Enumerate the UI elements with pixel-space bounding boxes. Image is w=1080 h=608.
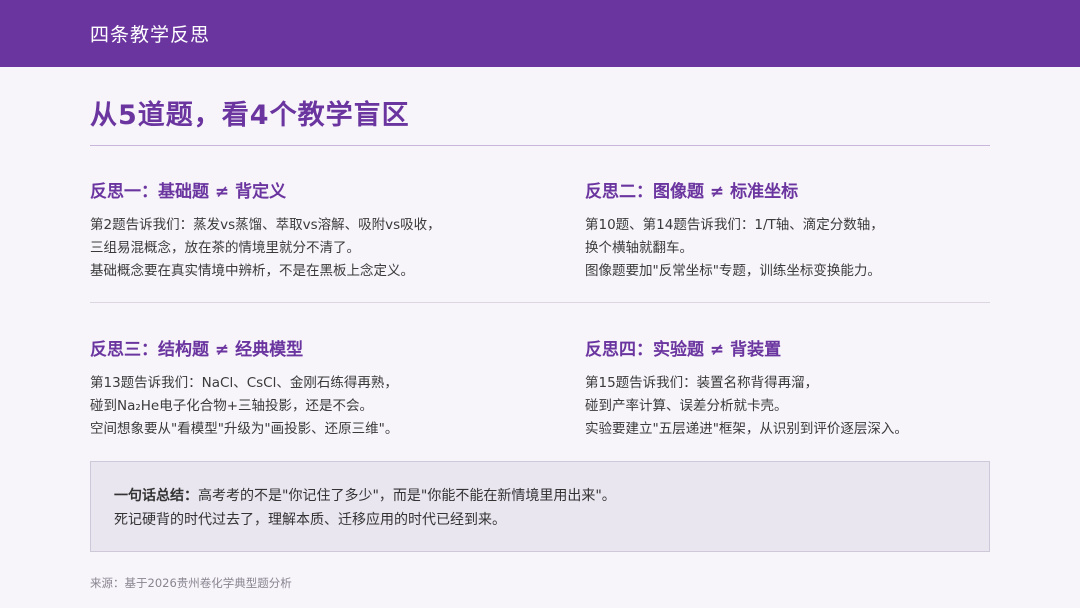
reflection-line: 第2题告诉我们：蒸发vs蒸馏、萃取vs溶解、吸附vs吸收，: [90, 217, 441, 233]
reflection-title: 反思四：实验题 ≠ 背装置: [585, 340, 782, 360]
reflection-line: 基础概念要在真实情境中辨析，不是在黑板上念定义。: [90, 263, 414, 279]
reflection-card-1: 反思一：基础题 ≠ 背定义 第2题告诉我们：蒸发vs蒸馏、萃取vs溶解、吸附vs…: [90, 177, 490, 283]
reflection-line: 第15题告诉我们：装置名称背得再溜，: [585, 375, 819, 391]
reflection-line: 碰到Na₂He电子化合物+三轴投影，还是不会。: [90, 398, 374, 414]
reflection-line: 碰到产率计算、误差分析就卡壳。: [585, 398, 788, 414]
reflection-title: 反思一：基础题 ≠ 背定义: [90, 182, 287, 202]
header-bar: 四条教学反思: [0, 0, 1080, 67]
summary-text-1: 高考考的不是"你记住了多少"，而是"你能不能在新情境里用出来"。: [198, 488, 616, 504]
reflection-title: 反思三：结构题 ≠ 经典模型: [90, 340, 304, 360]
slide: 四条教学反思 从5道题，看4个教学盲区 反思一：基础题 ≠ 背定义 第2题告诉我…: [0, 0, 1080, 608]
reflection-title: 反思二：图像题 ≠ 标准坐标: [585, 182, 799, 202]
reflection-line: 换个横轴就翻车。: [585, 240, 693, 256]
source-note: 来源：基于2026贵州卷化学典型题分析: [90, 576, 292, 590]
reflection-card-4: 反思四：实验题 ≠ 背装置 第15题告诉我们：装置名称背得再溜， 碰到产率计算、…: [585, 335, 985, 441]
section-divider: [90, 302, 990, 303]
reflection-line: 图像题要加"反常坐标"专题，训练坐标变换能力。: [585, 263, 881, 279]
summary-label: 一句话总结：: [114, 488, 198, 504]
reflection-line: 第13题告诉我们：NaCl、CsCl、金刚石练得再熟，: [90, 375, 398, 391]
summary-line-2: 死记硬背的时代过去了，理解本质、迁移应用的时代已经到来。: [114, 512, 506, 528]
header-title: 四条教学反思: [90, 24, 211, 46]
reflection-line: 空间想象要从"看模型"升级为"画投影、还原三维"。: [90, 421, 399, 437]
reflection-line: 三组易混概念，放在茶的情境里就分不清了。: [90, 240, 360, 256]
summary-line-1: 一句话总结：高考考的不是"你记住了多少"，而是"你能不能在新情境里用出来"。: [114, 484, 989, 508]
reflection-card-2: 反思二：图像题 ≠ 标准坐标 第10题、第14题告诉我们：1/T轴、滴定分数轴，…: [585, 177, 985, 283]
summary-box: 一句话总结：高考考的不是"你记住了多少"，而是"你能不能在新情境里用出来"。 死…: [90, 461, 990, 552]
title-divider: [90, 145, 990, 146]
reflection-line: 第10题、第14题告诉我们：1/T轴、滴定分数轴，: [585, 217, 884, 233]
page-title: 从5道题，看4个教学盲区: [90, 100, 410, 131]
reflection-card-3: 反思三：结构题 ≠ 经典模型 第13题告诉我们：NaCl、CsCl、金刚石练得再…: [90, 335, 490, 441]
reflection-line: 实验要建立"五层递进"框架，从识别到评价逐层深入。: [585, 421, 908, 437]
